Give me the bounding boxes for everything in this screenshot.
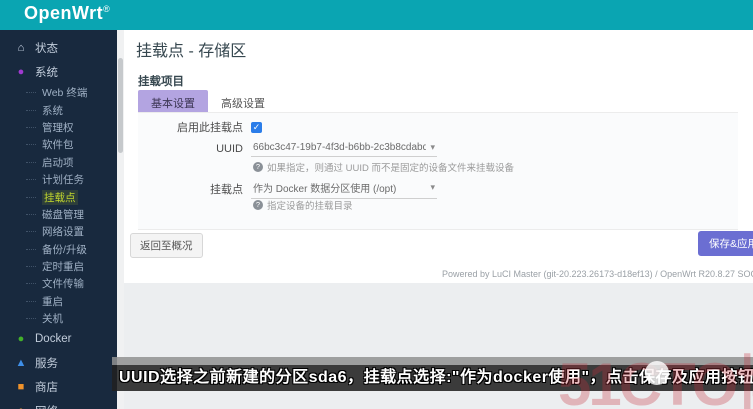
sidebar-item-状态[interactable]: ⌂ 状态 [0,36,117,60]
sidebar-item-系统[interactable]: 系统 [0,101,117,118]
sidebar-item-label: 备份/升级 [42,243,87,256]
sidebar-item-label: 计划任务 [42,174,84,187]
tree-line [26,126,36,128]
sidebar-nav: ⌂ 状态 ● 系统 Web 终端 系统 管理权 软件包 启动项 计划任务 挂载点 磁盘管理 网络设置备… [0,30,117,409]
tree-line [26,213,36,215]
sidebar-item-label: 启动项 [42,156,74,169]
sidebar-item-Docker[interactable]: ● Docker [0,327,117,351]
services-icon: ▲ [15,357,27,370]
mountpoint-helper: ? 指定设备的挂载目录 [253,198,353,212]
footer-powered-by: Powered by LuCI Master (git-20.223.26173… [441,269,753,279]
mountpoint-selected-value: 作为 Docker 数据分区使用 (/opt) [253,184,397,195]
sidebar-item-Web 终端[interactable]: Web 终端 [0,84,117,101]
sidebar-item-关机[interactable]: 关机 [0,310,117,327]
logo-registered-mark: ® [103,4,111,14]
scrollbar-thumb[interactable] [118,58,123,153]
uuid-selected-value: 66bc3c47-19b7-4f3d-b6bb-2c3b8cdabdf [253,142,427,153]
sidebar-item-服务[interactable]: ▲ 服务 [0,351,117,375]
sidebar-item-label: 服务 [35,358,58,371]
enable-mount-label: 启用此挂载点 [177,122,243,134]
mountpoint-row: 挂载点 作为 Docker 数据分区使用 (/opt) ▾ [138,178,437,199]
sidebar-item-label: 挂载点 [42,189,78,205]
uuid-select[interactable]: 66bc3c47-19b7-4f3d-b6bb-2c3b8cdabdf ▾ [251,140,437,157]
tree-line [26,161,36,163]
page-title: 挂载点 - 存储区 [136,43,247,60]
tree-line [26,196,36,198]
subtitle-caption: UUID选择之前新建的分区sda6，挂载点选择:"作为docker使用"，点击保… [112,365,753,391]
subtitle-gray-band [112,357,753,365]
tree-line [26,318,36,320]
mountpoint-select[interactable]: 作为 Docker 数据分区使用 (/opt) ▾ [251,178,437,199]
sidebar-item-label: 状态 [35,43,58,55]
sidebar-item-label: 管理权 [42,121,74,134]
sidebar-item-label: 系统 [42,104,63,117]
sidebar-item-label: Web 终端 [42,87,88,100]
uuid-label: UUID [216,142,243,155]
sidebar-item-磁盘管理[interactable]: 磁盘管理 [0,206,117,223]
home-icon: ⌂ [17,42,25,54]
uuid-helper: ? 如果指定，则通过 UUID 而不是固定的设备文件来挂载设备 [253,160,514,174]
sidebar-item-label: 网络设置 [42,226,84,239]
sidebar-item-label: 关机 [42,313,63,326]
sidebar-item-网络设置[interactable]: 网络设置 [0,223,117,240]
tree-line [26,109,36,111]
tree-line [26,283,36,285]
uuid-helper-text: 如果指定，则通过 UUID 而不是固定的设备文件来挂载设备 [267,163,515,174]
tree-line [26,266,36,268]
sidebar-item-系统[interactable]: ● 系统 [0,60,117,84]
docker-icon: ● [17,333,25,346]
sidebar-item-备份/升级[interactable]: 备份/升级 [0,241,117,258]
sidebar-item-label: Docker [35,333,72,346]
uuid-row: UUID 66bc3c47-19b7-4f3d-b6bb-2c3b8cdabdf… [138,140,437,157]
sidebar-item-管理权[interactable]: 管理权 [0,119,117,136]
network-icon: ● [13,405,29,409]
sidebar-item-重启[interactable]: 重启 [0,293,117,310]
tree-line [26,179,36,181]
sidebar-item-label: 网络 [35,403,58,409]
sidebar-item-label: 商店 [35,382,58,395]
tree-line [26,231,36,233]
save-apply-button[interactable]: 保存&应用 [697,231,753,256]
tree-line [26,144,36,146]
section-title: 挂载项目 [138,76,184,88]
sidebar-item-label: 磁盘管理 [42,208,84,221]
mountpoint-label: 挂载点 [210,183,243,196]
sidebar-item-label: 重启 [42,295,63,308]
sidebar-item-软件包[interactable]: 软件包 [0,136,117,153]
screenshot-root: OpenWrt® ⌂ 状态 ● 系统 Web 终端 系统 管理权 软件包 启动项 计划任务 挂载点… [0,0,753,409]
tree-line [26,300,36,302]
tree-line [26,92,36,94]
chevron-down-icon: ▾ [430,182,435,192]
sidebar-item-label: 软件包 [42,139,74,152]
sidebar-item-定时重启[interactable]: 定时重启 [0,258,117,275]
tree-line [26,248,36,250]
sidebar-item-网络[interactable]: ● 网络 [0,399,117,409]
sidebar-item-商店[interactable]: ■ 商店 [0,375,117,399]
mount-entry-form: 启用此挂载点 ✓ UUID 66bc3c47-19b7-4f3d-b6bb-2c… [138,112,738,230]
sidebar-item-启动项[interactable]: 启动项 [0,154,117,171]
sidebar-item-计划任务[interactable]: 计划任务 [0,171,117,188]
sidebar-bottom-items: ● Docker ▲ 服务 ■ 商店 ● 网络 [0,327,117,409]
sidebar-top-items: ⌂ 状态 ● 系统 [0,36,117,84]
enable-mount-checkbox[interactable]: ✓ [251,121,262,133]
help-icon: ? [253,162,263,172]
sidebar-item-label: 系统 [35,67,58,79]
help-icon: ? [253,200,263,210]
logo-text: OpenWrt [24,3,104,23]
mountpoint-helper-text: 指定设备的挂载目录 [267,201,353,212]
sidebar-system-children: Web 终端 系统管理权软件包启动项计划任务挂载点磁盘管理网络设置备份/升级定时重… [0,84,117,327]
sidebar-item-文件传输[interactable]: 文件传输 [0,275,117,292]
sidebar-item-label: 文件传输 [42,278,84,291]
sidebar-item-label: 定时重启 [42,261,84,274]
store-icon: ■ [17,381,25,394]
sidebar-item-挂载点[interactable]: 挂载点 [0,188,117,205]
openwrt-logo[interactable]: OpenWrt® [24,3,110,24]
system-icon: ● [17,66,25,78]
back-to-overview-button[interactable]: 返回至概况 [130,233,203,258]
top-header-bar: OpenWrt® [0,0,753,30]
vertical-scrollbar[interactable] [117,30,124,409]
main-content: 挂载点 - 存储区 挂载项目 基本设置 高级设置 启用此挂载点 ✓ UUID 66… [124,30,753,409]
chevron-down-icon: ▾ [430,142,435,152]
enable-mount-row: 启用此挂载点 ✓ [138,119,262,135]
